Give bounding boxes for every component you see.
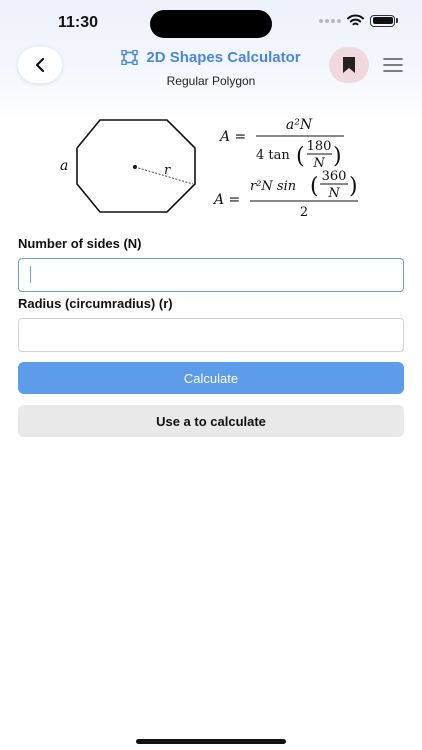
side-label: a [60,158,68,174]
radius-label: r [164,163,171,178]
calculate-button[interactable]: Calculate [18,362,404,394]
status-icons [319,14,398,27]
page-title: 2D Shapes Calculator [146,49,301,66]
formula2-inner-den: N [327,186,340,201]
formula1-paren-open: ( [296,144,305,169]
shape-icon [121,50,139,65]
formula1-paren-close: ) [333,144,342,169]
battery-tip [396,18,398,23]
formula1-inner-num: 180 [307,139,332,154]
formula2-lhs: A = [212,192,240,208]
home-indicator [136,739,286,744]
radius-label-text: Radius (circumradius) (r) [18,296,173,311]
status-time: 11:30 [58,14,99,31]
radius-input[interactable] [18,318,404,352]
hamburger-icon [383,58,403,72]
sides-input[interactable] [18,258,404,292]
formula2-denominator: 2 [300,205,308,220]
wifi-icon [347,14,364,26]
title-row: 2D Shapes Calculator [121,49,301,66]
formula2-num-prefix: r²N sin [250,179,296,194]
formula2-inner-num: 360 [322,169,347,184]
formula1-lhs: A = [218,129,246,145]
formula2-paren-open: ( [310,174,319,199]
area-formulas: A = a²N 4 tan ( 180 N ) A = r²N sin ( 36… [212,117,358,220]
formula1-numerator: a²N [286,117,313,133]
signal-icon [319,18,341,23]
sides-label: Number of sides (N) [18,236,142,251]
bookmark-button[interactable] [329,47,369,83]
formula1-den-prefix: 4 tan [256,148,290,163]
formula2-paren-close: ) [349,174,358,199]
use-side-button[interactable]: Use a to calculate [18,405,404,437]
menu-button[interactable] [380,54,406,76]
battery-icon [370,14,395,27]
dynamic-island [150,10,272,38]
text-caret [30,266,31,283]
polygon-diagram: a r [60,119,196,213]
bookmark-icon [343,57,355,73]
